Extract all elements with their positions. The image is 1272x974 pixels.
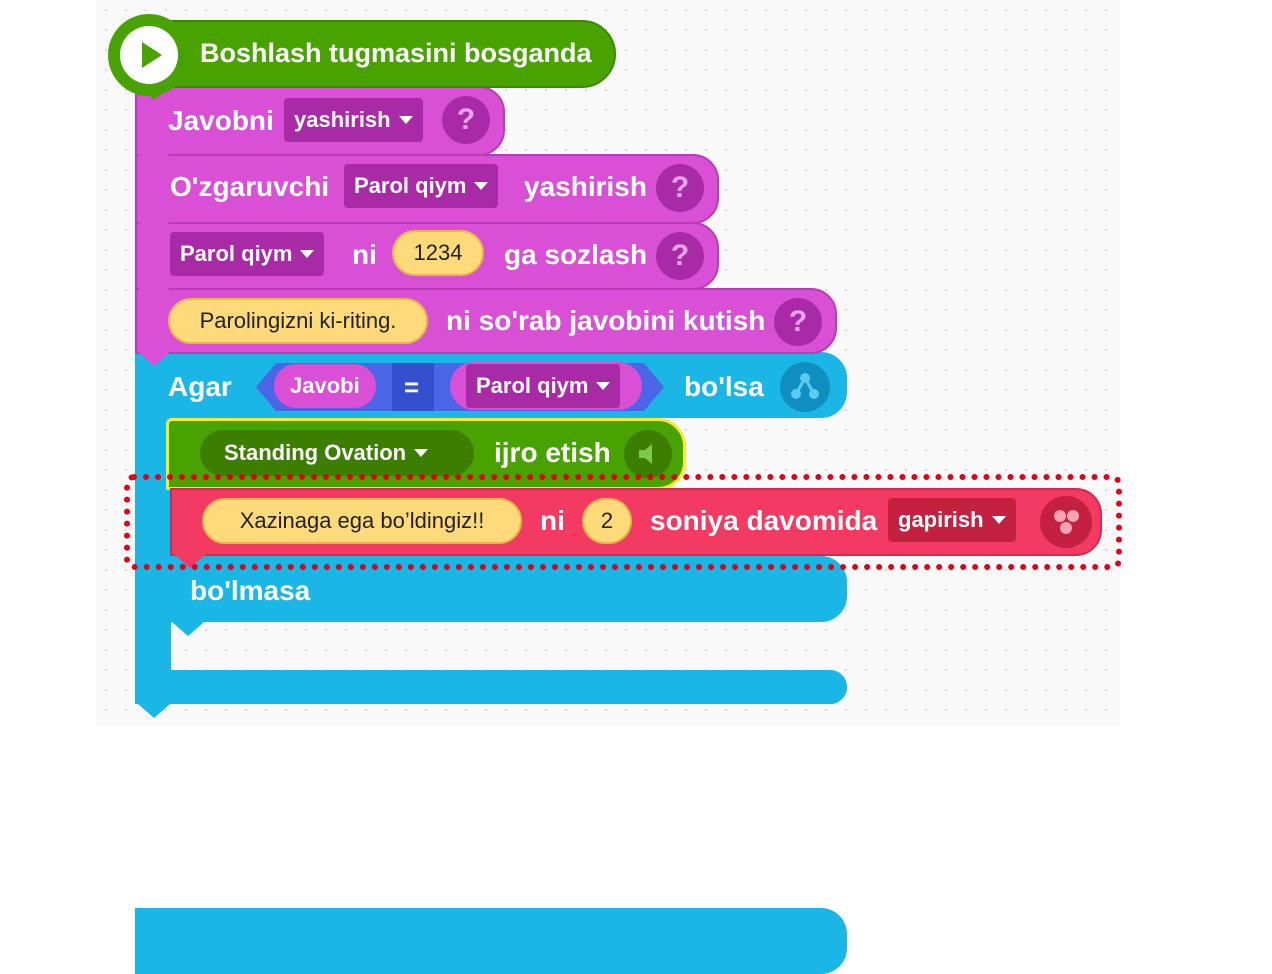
- else-header[interactable]: [135, 908, 847, 974]
- hide-answer-dropdown-label: yashirish: [294, 107, 391, 132]
- play-icon: [120, 26, 178, 84]
- set-suffix: ga sozlash: [504, 239, 648, 270]
- set-variable-dropdown-label: Parol qiym: [180, 241, 293, 266]
- hide-variable-label: O'zgaruvchi: [170, 171, 330, 202]
- set-variable-dropdown[interactable]: Parol qiym: [170, 232, 325, 276]
- chevron-down-icon: [596, 382, 611, 390]
- chevron-down-icon: [414, 449, 429, 457]
- block-notch: [138, 154, 170, 168]
- block-notch: [172, 622, 204, 636]
- hide-answer-label: Javobni: [168, 105, 274, 136]
- block-notch: [138, 222, 170, 236]
- chevron-down-icon: [474, 182, 489, 190]
- answer-reporter[interactable]: Javobi: [274, 364, 376, 408]
- help-icon[interactable]: ?: [656, 232, 704, 280]
- hide-variable-suffix: yashirish: [524, 171, 647, 202]
- variable-dropdown[interactable]: Parol qiym: [466, 364, 621, 408]
- help-icon[interactable]: ?: [442, 96, 490, 144]
- help-icon[interactable]: ?: [774, 298, 822, 346]
- branch-icon: [780, 362, 830, 412]
- else-label: bo'lmasa: [190, 575, 311, 606]
- if-footer: [135, 670, 847, 704]
- sound-dropdown-label: Standing Ovation: [224, 440, 407, 465]
- block-notch: [138, 704, 170, 718]
- hide-answer-dropdown[interactable]: yashirish: [284, 98, 423, 142]
- ask-prompt-input[interactable]: Parolingizni ki-riting.: [168, 298, 428, 344]
- help-icon[interactable]: ?: [656, 164, 704, 212]
- hide-variable-dropdown-label: Parol qiym: [354, 173, 467, 198]
- if-label: Agar: [168, 371, 232, 402]
- variable-dropdown-label: Parol qiym: [476, 373, 589, 398]
- set-value-input[interactable]: 1234: [392, 230, 484, 276]
- answer-reporter-label: Javobi: [290, 373, 360, 398]
- chevron-down-icon: [398, 116, 413, 124]
- block-notch: [138, 352, 170, 366]
- play-sound-suffix: ijro etish: [494, 437, 611, 468]
- set-ni-label: ni: [352, 239, 377, 270]
- start-label: Boshlash tugmasini bosganda: [200, 38, 592, 68]
- block-notch: [138, 288, 170, 302]
- speaker-icon: [624, 430, 672, 478]
- ask-suffix: ni so'rab javobini kutish: [446, 305, 766, 336]
- equals-symbol: =: [404, 372, 420, 402]
- sound-dropdown[interactable]: Standing Ovation: [214, 432, 439, 474]
- highlight-box: [124, 474, 1122, 570]
- hide-variable-dropdown[interactable]: Parol qiym: [344, 164, 499, 208]
- chevron-down-icon: [300, 250, 315, 258]
- if-suffix: bo'lsa: [684, 371, 764, 402]
